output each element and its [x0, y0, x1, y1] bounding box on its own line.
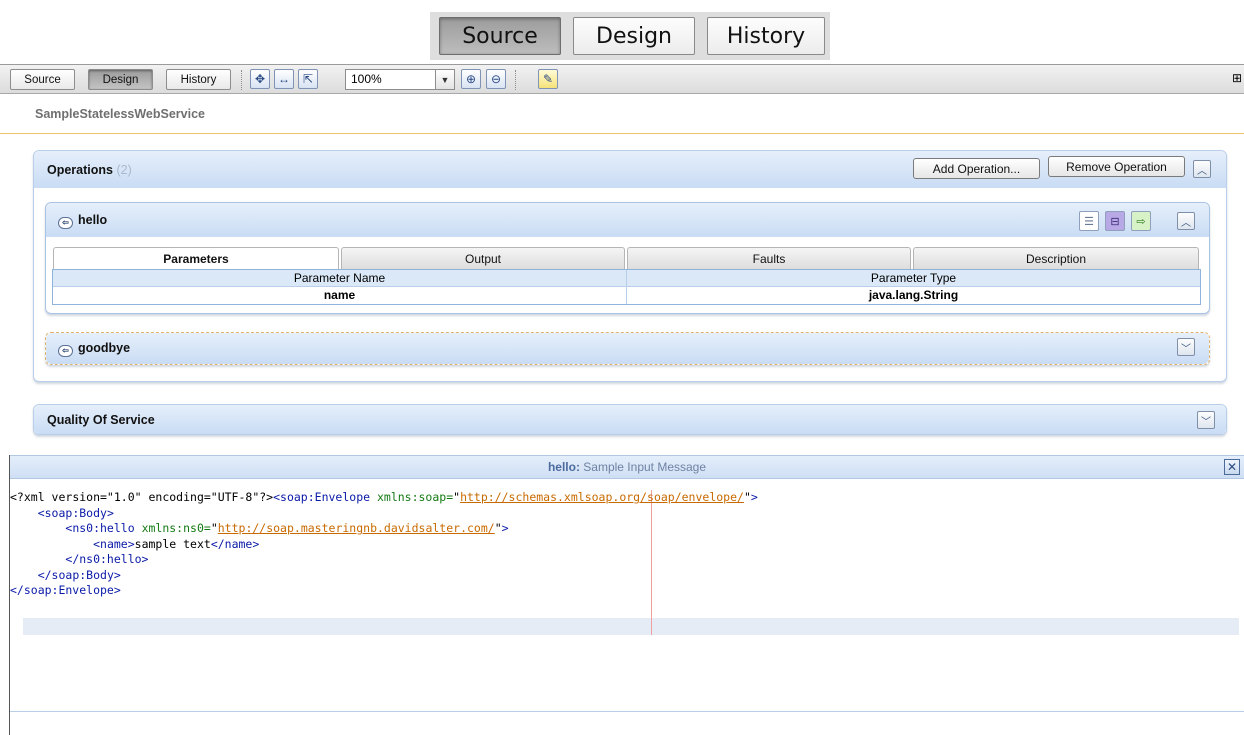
code-token: <soap:Body> [37, 505, 114, 520]
code-token: " [494, 521, 502, 535]
code-token: </soap:Envelope> [10, 583, 121, 597]
code-line[interactable]: <?xml version="1.0" encoding="UTF-8"?><s… [10, 490, 758, 506]
code-token: <name> [93, 536, 135, 551]
code-token: " [210, 521, 218, 535]
operation-hello-header[interactable]: ⇦ hello ☰ ⊟ ⇨ ︿ [46, 203, 1209, 237]
zoom-out-icon[interactable]: ⊖ [486, 69, 506, 89]
xml-editor[interactable]: <?xml version="1.0" encoding="UTF-8"?><s… [10, 490, 758, 599]
current-line-highlight [23, 618, 1239, 635]
table-row[interactable]: name java.lang.String [53, 287, 1200, 304]
operation-icon: ⇦ [58, 344, 73, 357]
export-icon[interactable]: ⇨ [1131, 211, 1151, 231]
operations-title: Operations (2) [47, 163, 132, 177]
source-button[interactable]: Source [10, 69, 75, 90]
editor-toolbar: Source Design History ✥ ↔ ⇱ 100% ▼ ⊕ ⊖ ✎… [0, 64, 1244, 94]
chevron-up-icon[interactable]: ︿ [1177, 212, 1195, 230]
operation-goodbye-header[interactable]: ⇦ goodbye ﹀ [46, 333, 1209, 364]
service-title: SampleStatelessWebService [35, 107, 206, 121]
code-token: <?xml [10, 490, 45, 504]
message-title: hello: Sample Input Message [548, 460, 706, 474]
code-token: </ns0:hello> [65, 552, 149, 566]
divider [0, 133, 1244, 134]
operations-header: Operations (2) Add Operation... Remove O… [34, 151, 1226, 188]
qos-header[interactable]: Quality Of Service ﹀ [34, 405, 1226, 434]
code-token: > [501, 521, 509, 535]
code-token: xmlns:soap= [370, 490, 454, 504]
toolbar-separator [515, 70, 516, 90]
tab-faults[interactable]: Faults [627, 247, 911, 269]
fit-diagram-icon[interactable]: ✥ [250, 69, 270, 89]
message-operation: hello: [547, 460, 580, 474]
chevron-up-icon[interactable]: ︿ [1193, 160, 1211, 178]
comment-icon[interactable]: ✎ [538, 69, 558, 89]
tab-description[interactable]: Description [913, 247, 1199, 269]
tab-parameters[interactable]: Parameters [53, 247, 339, 269]
qos-title: Quality Of Service [47, 413, 155, 427]
document-icon[interactable]: ☰ [1079, 211, 1099, 231]
code-link[interactable]: http://soap.masteringnb.davidsalter.com/ [218, 521, 495, 535]
operation-name: goodbye [78, 341, 131, 355]
operation-name: hello [78, 213, 108, 227]
operations-count: (2) [116, 163, 132, 177]
table-cell[interactable]: name [53, 287, 627, 304]
column-header[interactable]: Parameter Name [53, 270, 627, 286]
parameters-table: Parameter Name Parameter Type name java.… [52, 269, 1201, 305]
chevron-down-icon[interactable]: ▼ [435, 69, 455, 90]
close-icon[interactable]: ✕ [1224, 459, 1240, 475]
message-label: Sample Input Message [579, 460, 707, 474]
code-line[interactable]: <name>sample text</name> [10, 537, 758, 553]
code-token: xmlns:ns0= [134, 521, 211, 535]
code-line[interactable]: <soap:Body> [10, 506, 758, 522]
view-switcher-zoomed: Source Design History [430, 12, 830, 60]
code-token: " [743, 490, 751, 504]
toolbar-separator [241, 70, 242, 90]
zoom-fit-icon[interactable]: ⇱ [298, 69, 318, 89]
design-button[interactable]: Design [88, 69, 153, 90]
structure-icon[interactable]: ⊟ [1105, 211, 1125, 231]
table-header-row: Parameter Name Parameter Type [53, 270, 1200, 287]
fit-width-icon[interactable]: ↔ [274, 69, 294, 89]
tab-output[interactable]: Output [341, 247, 625, 269]
chevron-down-icon[interactable]: ﹀ [1177, 338, 1195, 356]
operation-goodbye-panel: ⇦ goodbye ﹀ [45, 332, 1210, 365]
code-line[interactable]: </ns0:hello> [10, 552, 758, 568]
code-line[interactable]: </soap:Body> [10, 568, 758, 584]
operation-hello-title: ⇦ hello [58, 213, 107, 229]
code-line[interactable]: </soap:Envelope> [10, 583, 758, 599]
more-icon[interactable]: ⊞ [1232, 71, 1242, 85]
code-token: </soap:Body> [37, 567, 121, 582]
code-token: sample text [134, 536, 211, 551]
remove-operation-button[interactable]: Remove Operation [1048, 156, 1185, 177]
divider [10, 711, 1244, 712]
code-link[interactable]: http://schemas.xmlsoap.org/soap/envelope… [460, 490, 744, 504]
source-tab-zoomed[interactable]: Source [439, 17, 561, 55]
history-button[interactable]: History [166, 69, 231, 90]
column-header[interactable]: Parameter Type [627, 270, 1200, 286]
history-tab-zoomed[interactable]: History [707, 17, 825, 55]
code-token: version="1.0" encoding="UTF-8"?> [44, 490, 274, 504]
code-token: <ns0:hello [65, 521, 135, 535]
chevron-down-icon[interactable]: ﹀ [1197, 411, 1215, 429]
operations-label: Operations [47, 163, 113, 177]
code-token: > [750, 490, 758, 504]
qos-panel: Quality Of Service ﹀ [33, 404, 1227, 435]
design-tab-zoomed[interactable]: Design [573, 17, 695, 55]
code-token: <soap:Envelope [273, 490, 371, 504]
code-line[interactable]: <ns0:hello xmlns:ns0="http://soap.master… [10, 521, 758, 537]
table-cell[interactable]: java.lang.String [627, 287, 1200, 304]
operation-icon: ⇦ [58, 216, 73, 229]
message-header: hello: Sample Input Message ✕ [10, 455, 1244, 479]
operation-goodbye-title: ⇦ goodbye [58, 341, 130, 357]
add-operation-button[interactable]: Add Operation... [913, 158, 1040, 179]
zoom-in-icon[interactable]: ⊕ [461, 69, 481, 89]
code-token: </name> [210, 536, 260, 551]
